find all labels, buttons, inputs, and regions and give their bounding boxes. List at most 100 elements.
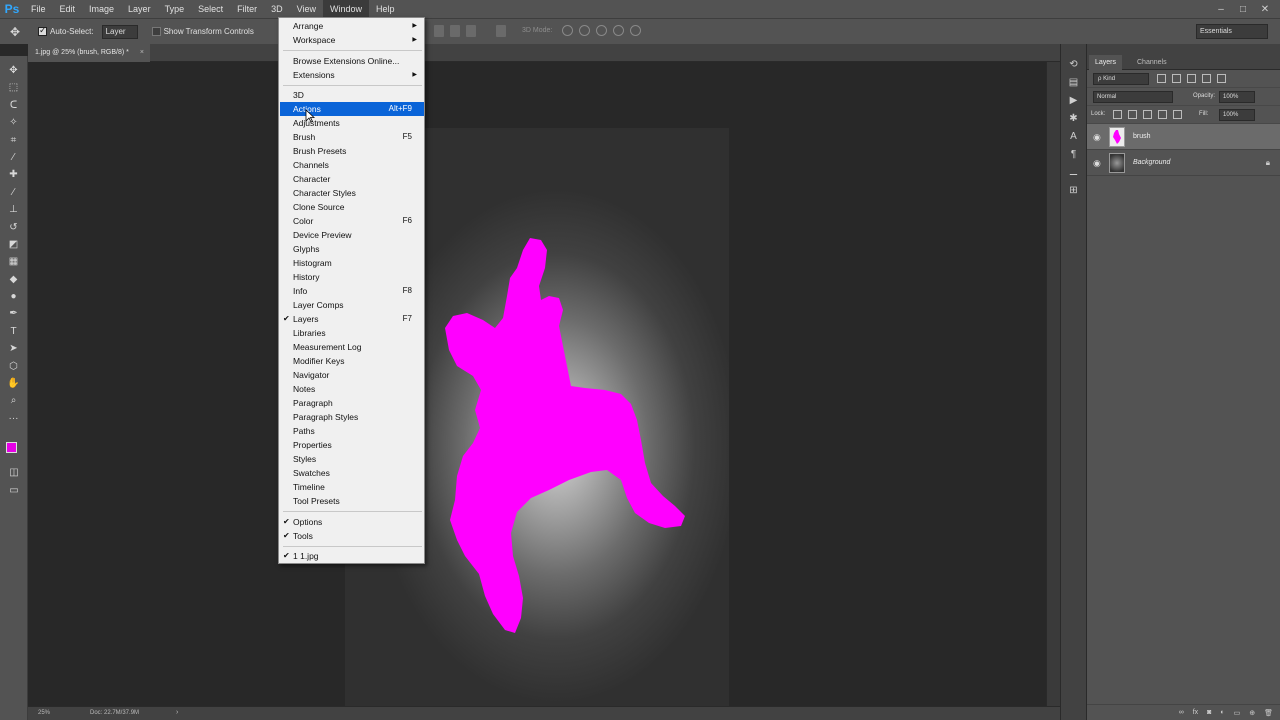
vertical-scrollbar[interactable]: [1046, 62, 1060, 706]
window-menu-item-channels[interactable]: Channels: [280, 158, 424, 172]
properties-panel-icon[interactable]: ▤: [1061, 74, 1086, 92]
align-left-icon[interactable]: [434, 25, 444, 37]
window-menu-item-notes[interactable]: Notes: [280, 382, 424, 396]
add-mask-icon[interactable]: ◙: [1207, 709, 1211, 716]
menu-window[interactable]: Window: [322, 0, 369, 18]
layer-row-background[interactable]: ◉ Background 🔒︎: [1087, 150, 1280, 176]
window-menu-item-character-styles[interactable]: Character Styles: [280, 186, 424, 200]
align-center-icon[interactable]: [450, 25, 460, 37]
adjustment-filter-icon[interactable]: [1172, 74, 1181, 83]
tab-channels[interactable]: Channels: [1131, 55, 1173, 70]
magic-wand-tool-icon[interactable]: ✧: [0, 114, 27, 131]
dodge-tool-icon[interactable]: ●: [0, 288, 27, 305]
window-menu-item-histogram[interactable]: Histogram: [280, 256, 424, 270]
zoom-tool-icon[interactable]: ⌕: [0, 392, 27, 409]
adjustment-layer-icon[interactable]: ◐: [1220, 709, 1224, 716]
auto-select-checkbox[interactable]: [38, 25, 47, 36]
close-tab-icon[interactable]: ×: [140, 44, 144, 62]
pixel-filter-icon[interactable]: [1157, 74, 1166, 83]
document-tab[interactable]: 1.jpg @ 25% (brush, RGB/8) * ×: [28, 44, 150, 62]
close-icon[interactable]: ✕: [1254, 4, 1276, 15]
window-menu-item-layers[interactable]: Layers ✔ F7: [280, 312, 424, 326]
menu-filter[interactable]: Filter: [230, 0, 264, 18]
lasso-tool-icon[interactable]: ᑕ: [0, 97, 27, 114]
move-tool-icon[interactable]: ✥: [0, 62, 27, 79]
3d-pan-icon[interactable]: [596, 25, 607, 36]
delete-layer-icon[interactable]: 🗑︎: [1264, 709, 1273, 717]
lock-artboard-icon[interactable]: [1158, 110, 1167, 119]
workspace-dropdown[interactable]: Essentials: [1196, 24, 1268, 39]
window-menu-item-layer-comps[interactable]: Layer Comps: [280, 298, 424, 312]
canvas-area[interactable]: [28, 62, 1046, 720]
lock-all-icon[interactable]: [1173, 110, 1182, 119]
shape-tool-icon[interactable]: ⬡: [0, 358, 27, 375]
new-layer-icon[interactable]: ⊕: [1249, 709, 1255, 717]
marquee-tool-icon[interactable]: ⬚: [0, 79, 27, 96]
type-filter-icon[interactable]: [1187, 74, 1196, 83]
opacity-field[interactable]: 100%: [1219, 91, 1255, 103]
brush-panel-icon[interactable]: ⚊: [1061, 164, 1086, 182]
window-menu-item-brush-presets[interactable]: Brush Presets: [280, 144, 424, 158]
window-menu-item-info[interactable]: Info F8: [280, 284, 424, 298]
3d-rotate-icon[interactable]: [562, 25, 573, 36]
path-selection-tool-icon[interactable]: ➤: [0, 340, 27, 357]
3d-slide-icon[interactable]: [613, 25, 624, 36]
menu-layer[interactable]: Layer: [121, 0, 158, 18]
window-menu-item-libraries[interactable]: Libraries: [280, 326, 424, 340]
eye-icon[interactable]: ◉: [1093, 158, 1101, 169]
shape-filter-icon[interactable]: [1202, 74, 1211, 83]
link-layers-icon[interactable]: ∞: [1179, 709, 1184, 716]
smart-object-filter-icon[interactable]: [1217, 74, 1226, 83]
minimize-icon[interactable]: –: [1210, 4, 1232, 15]
maximize-icon[interactable]: □: [1232, 4, 1254, 15]
crop-tool-icon[interactable]: ⌗: [0, 132, 27, 149]
gradient-tool-icon[interactable]: ▦: [0, 253, 27, 270]
menu-select[interactable]: Select: [191, 0, 230, 18]
window-menu-item-glyphs[interactable]: Glyphs: [280, 242, 424, 256]
lock-pixels-icon[interactable]: [1128, 110, 1137, 119]
foreground-color-swatch[interactable]: [6, 442, 17, 453]
history-panel-icon[interactable]: ⟲: [1061, 56, 1086, 74]
character-panel-icon[interactable]: A: [1061, 128, 1086, 146]
window-menu-item-paths[interactable]: Paths: [280, 424, 424, 438]
brush-tool-icon[interactable]: ∕: [0, 184, 27, 201]
window-menu-item-character[interactable]: Character: [280, 172, 424, 186]
menu-edit[interactable]: Edit: [53, 0, 83, 18]
tab-layers[interactable]: Layers: [1089, 55, 1123, 70]
layer-style-icon[interactable]: fx: [1193, 709, 1198, 716]
fill-field[interactable]: 100%: [1219, 109, 1255, 121]
menu-help[interactable]: Help: [369, 0, 402, 18]
menu-type[interactable]: Type: [158, 0, 192, 18]
window-menu-item-arrange[interactable]: Arrange ▶: [280, 19, 424, 33]
window-menu-item-paragraph-styles[interactable]: Paragraph Styles: [280, 410, 424, 424]
hand-tool-icon[interactable]: ✋: [0, 375, 27, 392]
window-menu-item-actions[interactable]: Actions Alt+F9: [280, 102, 424, 116]
show-transform-checkbox[interactable]: [151, 27, 161, 36]
window-menu-item-workspace[interactable]: Workspace ▶: [280, 33, 424, 47]
type-tool-icon[interactable]: T: [0, 323, 27, 340]
kind-filter-dropdown[interactable]: ρ Kind: [1093, 73, 1149, 85]
paragraph-panel-icon[interactable]: ¶: [1061, 146, 1086, 164]
history-brush-tool-icon[interactable]: ↺: [0, 219, 27, 236]
new-group-icon[interactable]: ▭: [1234, 709, 1241, 717]
menu-image[interactable]: Image: [82, 0, 121, 18]
window-menu-item-tool-presets[interactable]: Tool Presets: [280, 494, 424, 508]
window-menu-item-swatches[interactable]: Swatches: [280, 466, 424, 480]
window-menu-item-adjustments[interactable]: Adjustments: [280, 116, 424, 130]
3d-roll-icon[interactable]: [579, 25, 590, 36]
window-menu-item-properties[interactable]: Properties: [280, 438, 424, 452]
window-menu-item-browse-extensions-online[interactable]: Browse Extensions Online...: [280, 54, 424, 68]
window-menu-item-modifier-keys[interactable]: Modifier Keys: [280, 354, 424, 368]
align-right-icon[interactable]: [466, 25, 476, 37]
actions-panel-icon[interactable]: ▶: [1061, 92, 1086, 110]
window-menu-item-tools[interactable]: Tools ✔: [280, 529, 424, 543]
auto-select-dropdown[interactable]: Layer: [101, 24, 138, 39]
menu-3d[interactable]: 3D: [264, 0, 290, 18]
lock-transparent-icon[interactable]: [1113, 110, 1122, 119]
pen-tool-icon[interactable]: ✒: [0, 305, 27, 322]
distribute-icon[interactable]: [496, 25, 506, 37]
healing-brush-tool-icon[interactable]: ✚: [0, 166, 27, 183]
window-menu-item-history[interactable]: History: [280, 270, 424, 284]
clone-stamp-tool-icon[interactable]: ⊥: [0, 201, 27, 218]
window-menu-item-timeline[interactable]: Timeline: [280, 480, 424, 494]
